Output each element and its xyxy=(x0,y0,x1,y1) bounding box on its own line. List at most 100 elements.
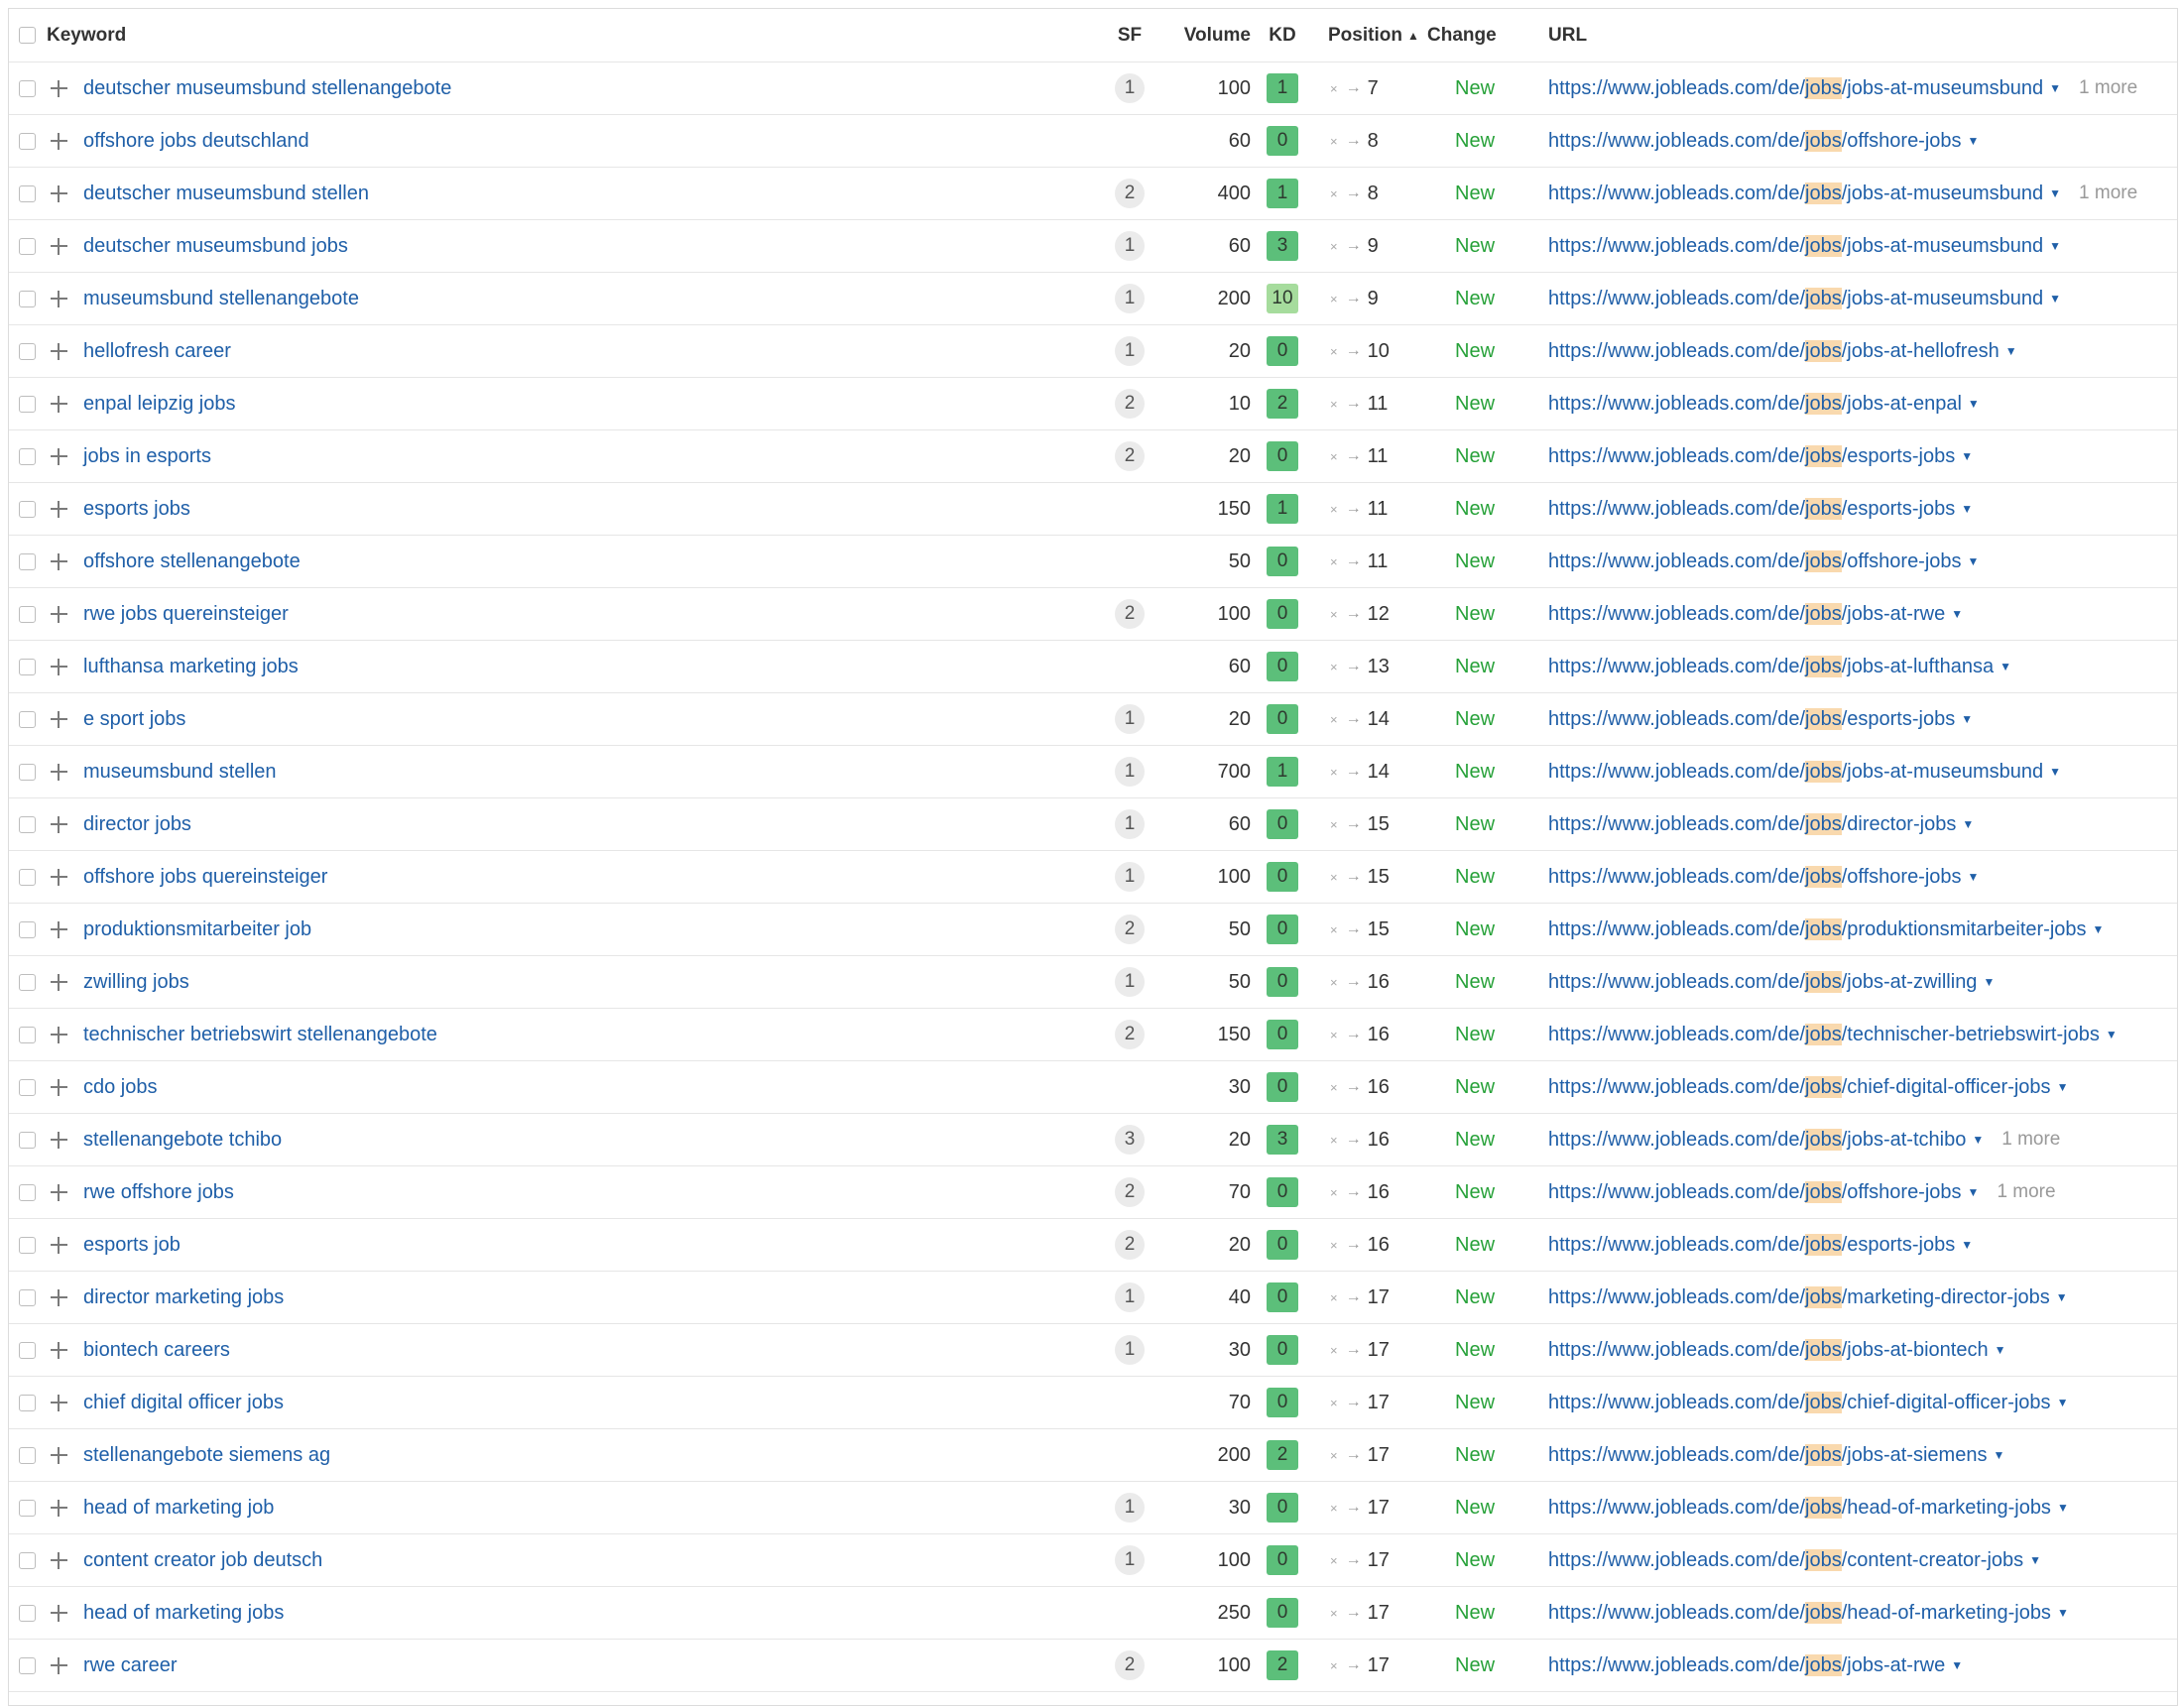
url-link[interactable]: https://www.jobleads.com/de/jobs/jobs-at… xyxy=(1548,655,1994,678)
url-link[interactable]: https://www.jobleads.com/de/jobs/jobs-at… xyxy=(1548,182,2043,205)
row-checkbox[interactable] xyxy=(18,1288,36,1306)
plus-icon[interactable] xyxy=(50,1288,67,1306)
caret-down-icon[interactable]: ▼ xyxy=(1968,554,1980,568)
sf-badge[interactable]: 1 xyxy=(1115,1282,1145,1312)
caret-down-icon[interactable]: ▼ xyxy=(2000,660,2011,673)
caret-down-icon[interactable]: ▼ xyxy=(1961,502,1973,516)
row-checkbox[interactable] xyxy=(18,1341,36,1359)
url-link[interactable]: https://www.jobleads.com/de/jobs/head-of… xyxy=(1548,1601,2051,1625)
keyword-link[interactable]: enpal leipzig jobs xyxy=(83,393,235,416)
keyword-link[interactable]: stellenangebote siemens ag xyxy=(83,1444,330,1467)
row-checkbox[interactable] xyxy=(18,815,36,833)
row-checkbox[interactable] xyxy=(18,658,36,675)
url-link[interactable]: https://www.jobleads.com/de/jobs/esports… xyxy=(1548,444,1955,468)
row-checkbox[interactable] xyxy=(18,920,36,938)
plus-icon[interactable] xyxy=(50,1551,67,1569)
caret-down-icon[interactable]: ▼ xyxy=(2106,1028,2118,1041)
caret-down-icon[interactable]: ▼ xyxy=(2005,344,2017,358)
plus-icon[interactable] xyxy=(50,1183,67,1201)
keyword-link[interactable]: head of marketing job xyxy=(83,1497,274,1520)
plus-icon[interactable] xyxy=(50,184,67,202)
caret-down-icon[interactable]: ▼ xyxy=(1962,817,1974,831)
caret-down-icon[interactable]: ▼ xyxy=(2057,1396,2069,1409)
row-checkbox[interactable] xyxy=(18,395,36,413)
sf-badge[interactable]: 2 xyxy=(1115,599,1145,629)
plus-icon[interactable] xyxy=(50,920,67,938)
keyword-link[interactable]: hellofresh career xyxy=(83,340,231,363)
keyword-link[interactable]: e sport jobs xyxy=(83,708,185,731)
caret-down-icon[interactable]: ▼ xyxy=(2029,1553,2041,1567)
keyword-link[interactable]: offshore jobs quereinsteiger xyxy=(83,866,327,889)
sf-badge[interactable]: 1 xyxy=(1115,809,1145,839)
header-sf[interactable]: SF xyxy=(1112,9,1148,61)
caret-down-icon[interactable]: ▼ xyxy=(1961,712,1973,726)
header-volume[interactable]: Volume xyxy=(1159,9,1251,61)
sf-badge[interactable]: 1 xyxy=(1115,967,1145,997)
sf-badge[interactable]: 2 xyxy=(1115,1177,1145,1207)
row-checkbox[interactable] xyxy=(18,1078,36,1096)
sf-badge[interactable]: 1 xyxy=(1115,1545,1145,1575)
row-checkbox[interactable] xyxy=(18,342,36,360)
row-checkbox[interactable] xyxy=(18,79,36,97)
header-keyword[interactable]: Keyword xyxy=(47,9,1038,61)
caret-down-icon[interactable]: ▼ xyxy=(1951,607,1963,621)
url-link[interactable]: https://www.jobleads.com/de/jobs/jobs-at… xyxy=(1548,76,2043,100)
sf-badge[interactable]: 1 xyxy=(1115,336,1145,366)
sf-badge[interactable]: 2 xyxy=(1115,1650,1145,1680)
keyword-link[interactable]: director jobs xyxy=(83,813,191,836)
url-link[interactable]: https://www.jobleads.com/de/jobs/jobs-at… xyxy=(1548,1443,1987,1467)
sf-badge[interactable]: 3 xyxy=(1115,1125,1145,1155)
sf-badge[interactable]: 1 xyxy=(1115,1493,1145,1523)
plus-icon[interactable] xyxy=(50,1656,67,1674)
keyword-link[interactable]: museumsbund stellenangebote xyxy=(83,288,359,310)
row-checkbox[interactable] xyxy=(18,552,36,570)
url-link[interactable]: https://www.jobleads.com/de/jobs/chief-d… xyxy=(1548,1391,2051,1414)
sf-badge[interactable]: 1 xyxy=(1115,231,1145,261)
url-link[interactable]: https://www.jobleads.com/de/jobs/jobs-at… xyxy=(1548,392,1962,416)
caret-down-icon[interactable]: ▼ xyxy=(2057,1606,2069,1620)
more-urls-link[interactable]: 1 more xyxy=(2079,77,2137,99)
sf-badge[interactable]: 1 xyxy=(1115,1335,1145,1365)
caret-down-icon[interactable]: ▼ xyxy=(1968,1185,1980,1199)
url-link[interactable]: https://www.jobleads.com/de/jobs/jobs-at… xyxy=(1548,1338,1989,1362)
keyword-link[interactable]: content creator job deutsch xyxy=(83,1549,322,1572)
caret-down-icon[interactable]: ▼ xyxy=(2049,186,2061,200)
keyword-link[interactable]: stellenangebote tchibo xyxy=(83,1129,282,1152)
keyword-link[interactable]: jobs in esports xyxy=(83,445,211,468)
plus-icon[interactable] xyxy=(50,1341,67,1359)
more-urls-link[interactable]: 1 more xyxy=(2079,183,2137,204)
url-link[interactable]: https://www.jobleads.com/de/jobs/esports… xyxy=(1548,497,1955,521)
row-checkbox[interactable] xyxy=(18,1131,36,1149)
keyword-link[interactable]: cdo jobs xyxy=(83,1076,158,1099)
plus-icon[interactable] xyxy=(50,237,67,255)
keyword-link[interactable]: director marketing jobs xyxy=(83,1286,284,1309)
url-link[interactable]: https://www.jobleads.com/de/jobs/offshor… xyxy=(1548,549,1962,573)
row-checkbox[interactable] xyxy=(18,1446,36,1464)
caret-down-icon[interactable]: ▼ xyxy=(1972,1133,1984,1147)
row-checkbox[interactable] xyxy=(18,1499,36,1517)
row-checkbox[interactable] xyxy=(18,132,36,150)
plus-icon[interactable] xyxy=(50,710,67,728)
url-link[interactable]: https://www.jobleads.com/de/jobs/jobs-at… xyxy=(1548,1653,1945,1677)
sf-badge[interactable]: 1 xyxy=(1115,73,1145,103)
caret-down-icon[interactable]: ▼ xyxy=(2049,239,2061,253)
plus-icon[interactable] xyxy=(50,1394,67,1411)
caret-down-icon[interactable]: ▼ xyxy=(2049,765,2061,779)
keyword-link[interactable]: deutscher museumsbund jobs xyxy=(83,235,348,258)
plus-icon[interactable] xyxy=(50,447,67,465)
caret-down-icon[interactable]: ▼ xyxy=(2093,922,2105,936)
caret-down-icon[interactable]: ▼ xyxy=(1961,449,1973,463)
keyword-link[interactable]: lufthansa marketing jobs xyxy=(83,656,299,678)
url-link[interactable]: https://www.jobleads.com/de/jobs/jobs-at… xyxy=(1548,760,2043,784)
plus-icon[interactable] xyxy=(50,342,67,360)
keyword-link[interactable]: biontech careers xyxy=(83,1339,230,1362)
row-checkbox[interactable] xyxy=(18,1183,36,1201)
header-change[interactable]: Change xyxy=(1427,9,1526,61)
plus-icon[interactable] xyxy=(50,1499,67,1517)
sf-badge[interactable]: 1 xyxy=(1115,284,1145,313)
plus-icon[interactable] xyxy=(50,605,67,623)
plus-icon[interactable] xyxy=(50,658,67,675)
row-checkbox[interactable] xyxy=(18,868,36,886)
keyword-link[interactable]: deutscher museumsbund stellenangebote xyxy=(83,77,451,100)
keyword-link[interactable]: head of marketing jobs xyxy=(83,1602,284,1625)
